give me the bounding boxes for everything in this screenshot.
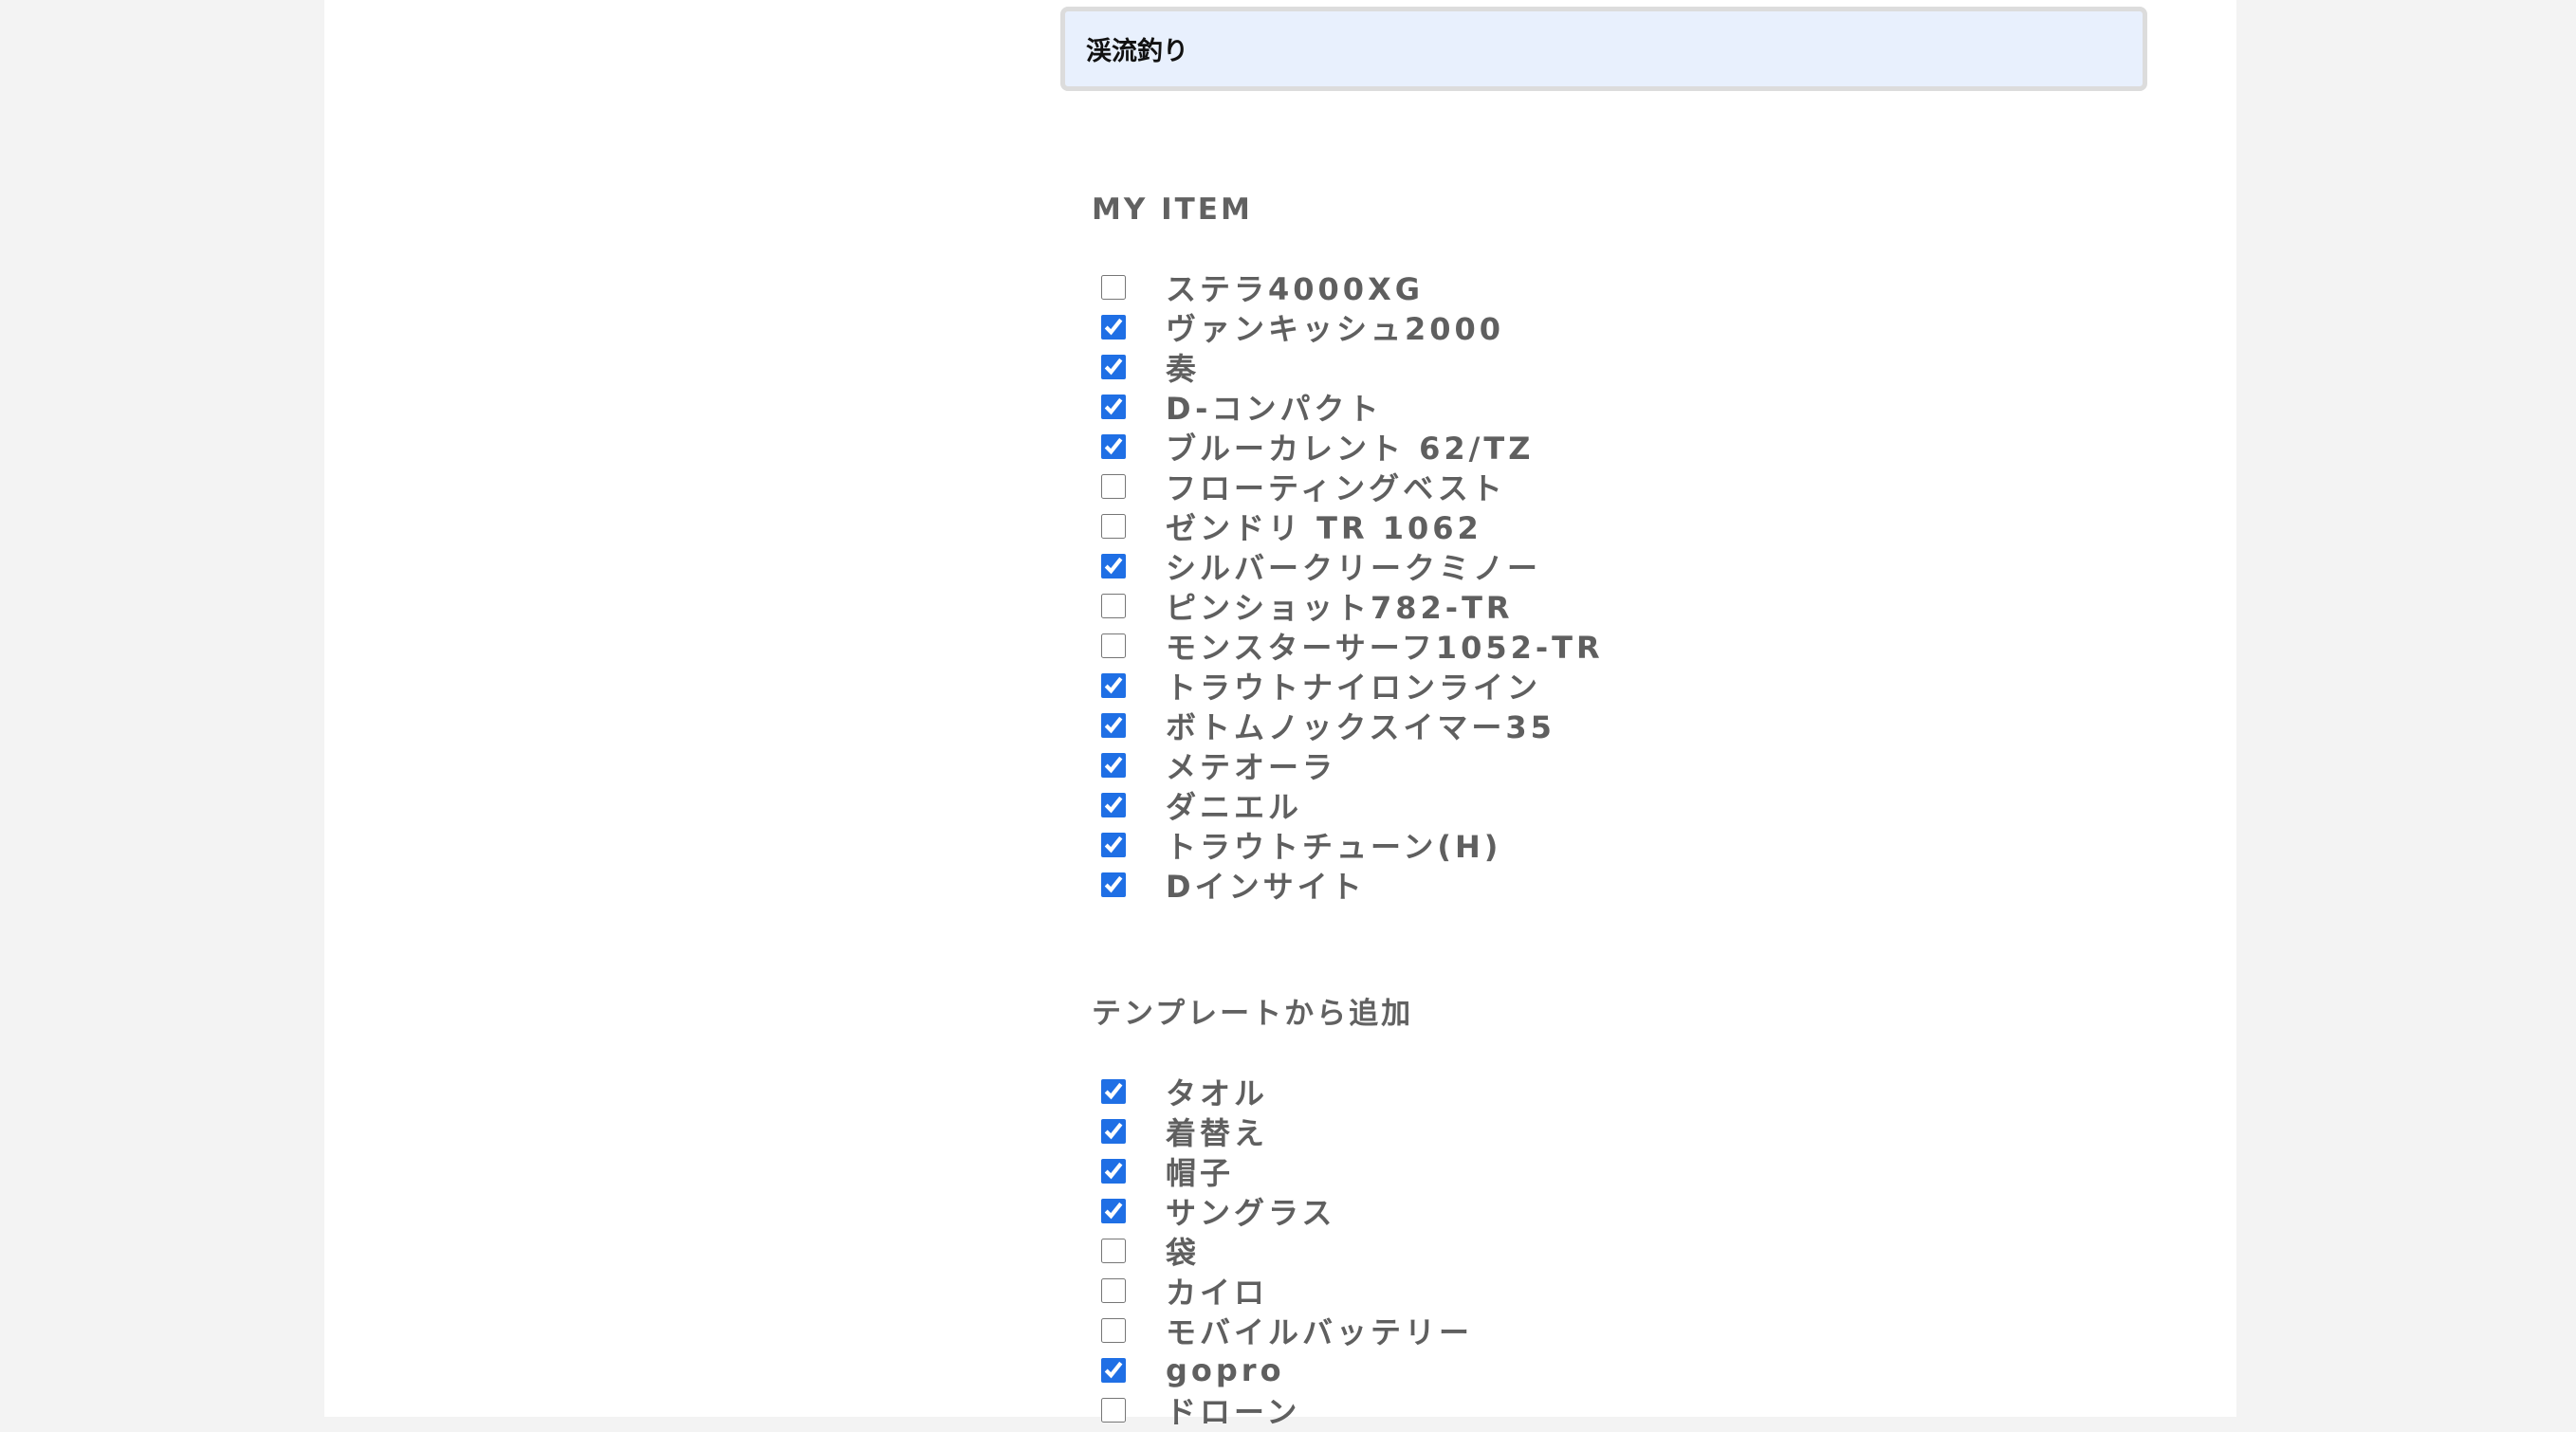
checklist-item[interactable]: gopro — [1092, 1350, 1473, 1390]
item-checkbox[interactable] — [1101, 1119, 1126, 1144]
item-checkbox[interactable] — [1101, 872, 1126, 897]
item-label: タオル — [1166, 1075, 1269, 1111]
checklist-item[interactable]: 着替え — [1092, 1111, 1473, 1151]
item-label: モンスターサーフ1052-TR — [1166, 630, 1604, 666]
checklist-item[interactable]: ゼンドリ TR 1062 — [1092, 506, 1604, 546]
my-item-list: ステラ4000XG ヴァンキッシュ2000 奏 D-コンパクトブルーカレント 62/T… — [1092, 267, 1604, 905]
item-checkbox[interactable] — [1101, 1079, 1126, 1104]
list-title-input[interactable] — [1060, 7, 2147, 91]
item-label: トラウトナイロンライン — [1166, 670, 1542, 706]
item-label: サングラス — [1166, 1195, 1336, 1231]
item-checkbox[interactable] — [1101, 395, 1126, 419]
item-checkbox[interactable] — [1101, 1278, 1126, 1303]
item-label: ダニエル — [1166, 789, 1303, 825]
item-label: 袋 — [1166, 1235, 1201, 1271]
item-checkbox[interactable] — [1101, 355, 1126, 379]
item-checkbox[interactable] — [1101, 1199, 1126, 1223]
checklist-item[interactable]: カイロ — [1092, 1271, 1473, 1311]
item-label: ブルーカレント 62/TZ — [1166, 431, 1535, 467]
template-heading: テンプレートから追加 — [1092, 997, 1414, 1031]
item-checkbox[interactable] — [1101, 753, 1126, 778]
checklist-item[interactable]: トラウトチューン(H) — [1092, 825, 1604, 865]
item-checkbox[interactable] — [1101, 315, 1126, 340]
checklist-item[interactable]: 帽子 — [1092, 1151, 1473, 1191]
checklist-item[interactable]: トラウトナイロンライン — [1092, 666, 1604, 706]
checklist-item[interactable]: メテオーラ — [1092, 745, 1604, 785]
item-checkbox[interactable] — [1101, 833, 1126, 857]
item-label: 奏 — [1166, 351, 1201, 387]
item-label: ピンショット782-TR — [1166, 590, 1514, 626]
checklist-item[interactable]: ダニエル — [1092, 785, 1604, 825]
item-checkbox[interactable] — [1101, 1358, 1126, 1383]
checklist-item[interactable]: シルバークリークミノー — [1092, 546, 1604, 586]
item-label: メテオーラ — [1166, 749, 1337, 785]
item-label: ヴァンキッシュ2000 — [1166, 311, 1505, 347]
item-checkbox[interactable] — [1101, 1318, 1126, 1343]
checklist-item[interactable]: Dインサイト — [1092, 865, 1604, 905]
item-checkbox[interactable] — [1101, 1398, 1126, 1423]
item-checkbox[interactable] — [1101, 514, 1126, 539]
item-checkbox[interactable] — [1101, 275, 1126, 300]
checklist-item[interactable]: ドローン — [1092, 1390, 1473, 1430]
item-checkbox[interactable] — [1101, 673, 1126, 698]
checklist-item[interactable]: フローティングベスト — [1092, 467, 1604, 506]
checklist-item[interactable]: ボトムノックスイマー35 — [1092, 706, 1604, 745]
item-checkbox[interactable] — [1101, 434, 1126, 459]
item-label: ドローン — [1166, 1394, 1301, 1430]
item-checkbox[interactable] — [1101, 1239, 1126, 1263]
item-label: Dインサイト — [1166, 869, 1366, 905]
checklist-item[interactable]: モンスターサーフ1052-TR — [1092, 626, 1604, 666]
template-list: タオル着替え帽子サングラス袋カイロ モバイルバッテリー gopro ドローン — [1092, 1072, 1473, 1430]
checklist-item[interactable]: ピンショット782-TR — [1092, 586, 1604, 626]
checklist-item[interactable]: D-コンパクト — [1092, 387, 1604, 427]
content-panel: MY ITEM ステラ4000XG ヴァンキッシュ2000 奏 D-コンパクトブルーカ… — [324, 0, 2236, 1430]
checklist-item[interactable]: ステラ4000XG — [1092, 267, 1604, 307]
item-label: ボトムノックスイマー35 — [1166, 709, 1555, 745]
item-checkbox[interactable] — [1101, 633, 1126, 658]
item-label: D-コンパクト — [1166, 391, 1383, 427]
item-checkbox[interactable] — [1101, 713, 1126, 738]
item-label: 帽子 — [1166, 1155, 1235, 1191]
item-label: gopro — [1166, 1352, 1285, 1388]
item-checkbox[interactable] — [1101, 793, 1126, 817]
checklist-item[interactable]: 袋 — [1092, 1231, 1473, 1271]
item-label: フローティングベスト — [1166, 470, 1506, 506]
checklist-item[interactable]: サングラス — [1092, 1191, 1473, 1231]
item-label: シルバークリークミノー — [1166, 550, 1542, 586]
item-label: ステラ4000XG — [1166, 271, 1425, 307]
item-checkbox[interactable] — [1101, 474, 1126, 499]
item-label: トラウトチューン(H) — [1166, 829, 1502, 865]
item-checkbox[interactable] — [1101, 594, 1126, 618]
item-label: カイロ — [1166, 1275, 1269, 1311]
item-label: 着替え — [1166, 1115, 1269, 1151]
item-label: ゼンドリ TR 1062 — [1166, 510, 1482, 546]
item-checkbox[interactable] — [1101, 554, 1126, 578]
item-label: モバイルバッテリー — [1166, 1314, 1474, 1350]
my-item-heading: MY ITEM — [1092, 193, 1253, 227]
checklist-item[interactable]: タオル — [1092, 1072, 1473, 1111]
checklist-item[interactable]: 奏 — [1092, 347, 1604, 387]
checklist-item[interactable]: ブルーカレント 62/TZ — [1092, 427, 1604, 467]
checklist-item[interactable]: モバイルバッテリー — [1092, 1311, 1473, 1350]
item-checkbox[interactable] — [1101, 1159, 1126, 1184]
checklist-item[interactable]: ヴァンキッシュ2000 — [1092, 307, 1604, 347]
